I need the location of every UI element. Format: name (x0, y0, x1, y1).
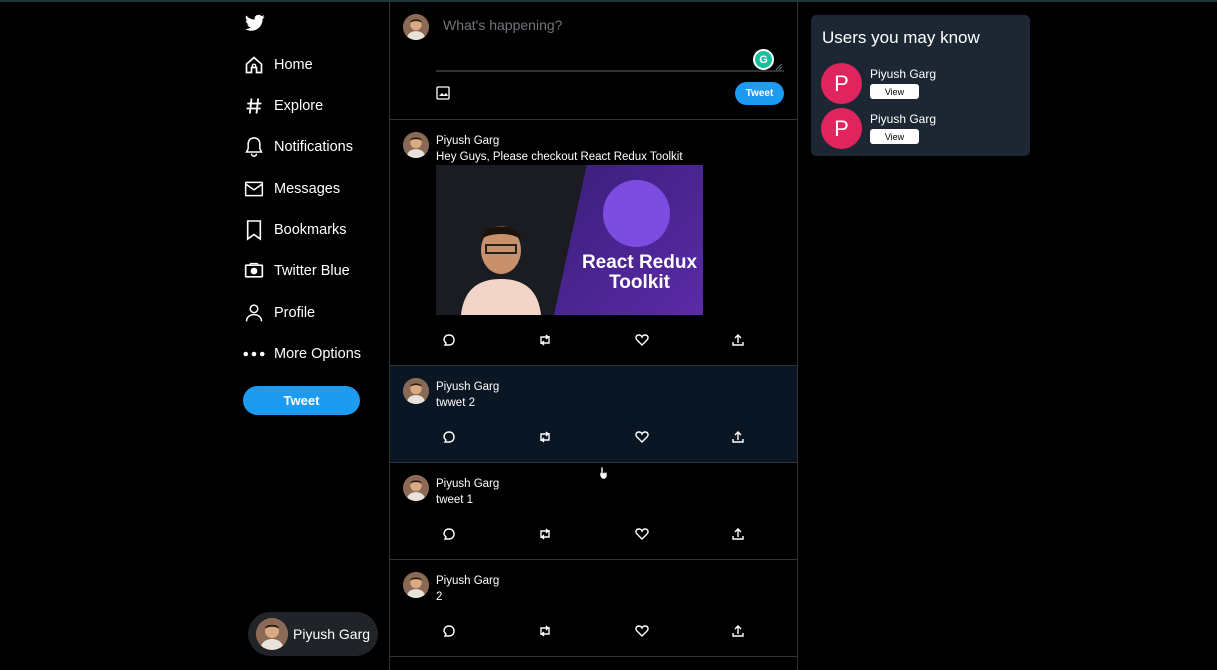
presenter-thumbnail (461, 226, 541, 315)
sidebar-item-label: Explore (274, 98, 324, 114)
sidebar-nav: Home Explore Notifications Messages Book… (243, 0, 383, 670)
tweet-actions (442, 624, 745, 638)
sidebar-item-label: Home (274, 57, 313, 73)
composer-tweet-button[interactable]: Tweet (735, 82, 784, 105)
tweet-card: Piyush Garg Hey Guys, Please checkout Re… (390, 120, 797, 366)
tweet-text: 2 (436, 591, 443, 603)
composer-underline (436, 70, 784, 72)
avatar: P (821, 108, 862, 149)
share-icon[interactable] (731, 527, 745, 541)
sidebar-item-more-options[interactable]: More Options (243, 339, 361, 369)
tweet-author: Piyush Garg (436, 575, 500, 587)
sidebar-item-explore[interactable]: Explore (243, 91, 323, 121)
grammarly-icon[interactable]: G (753, 49, 774, 70)
thumbnail-caption: React Redux Toolkit (581, 252, 698, 293)
sidebar-item-label: Profile (274, 305, 316, 321)
like-icon[interactable] (635, 624, 649, 638)
retweet-icon[interactable] (538, 624, 552, 638)
like-icon[interactable] (635, 430, 649, 444)
suggested-user: P Piyush Garg View (821, 63, 1021, 105)
sidebar-tweet-button[interactable]: Tweet (243, 386, 360, 415)
like-icon[interactable] (635, 333, 649, 347)
avatar (403, 378, 429, 404)
view-user-button[interactable]: View (870, 129, 919, 144)
reply-icon[interactable] (442, 430, 456, 444)
account-switcher[interactable]: Piyush Garg (248, 612, 378, 656)
image-upload-icon[interactable] (436, 86, 450, 100)
retweet-icon[interactable] (538, 430, 552, 444)
composer-input[interactable]: What's happening? (443, 17, 562, 33)
panel-title: Users you may know (822, 28, 980, 47)
bell-icon (243, 136, 265, 158)
tweet-author: Piyush Garg (436, 135, 500, 147)
tweet-media-image[interactable]: React Redux Toolkit (436, 165, 703, 315)
reply-icon[interactable] (442, 527, 456, 541)
reply-icon[interactable] (442, 333, 456, 347)
home-icon (243, 54, 265, 76)
envelope-icon (243, 178, 265, 200)
tweet-actions (442, 527, 745, 541)
tweet-composer: What's happening? G Tweet (390, 0, 797, 120)
tweet-author: Piyush Garg (436, 478, 500, 490)
mouse-cursor-icon (599, 466, 608, 479)
sidebar-item-notifications[interactable]: Notifications (243, 132, 353, 162)
tweet-actions (442, 430, 745, 444)
retweet-icon[interactable] (538, 333, 552, 347)
view-user-button[interactable]: View (870, 84, 919, 99)
suggested-user: P Piyush Garg View (821, 108, 1021, 150)
sidebar-item-messages[interactable]: Messages (243, 174, 340, 204)
avatar: P (821, 63, 862, 104)
more-icon (243, 343, 265, 365)
tweet-text: twwet 2 (436, 397, 475, 409)
share-icon[interactable] (731, 624, 745, 638)
sidebar-item-bookmarks[interactable]: Bookmarks (243, 215, 347, 245)
like-icon[interactable] (635, 527, 649, 541)
redux-logo-icon (603, 180, 670, 247)
sidebar-item-label: Messages (274, 181, 341, 197)
sidebar-item-home[interactable]: Home (243, 50, 313, 80)
hashtag-icon (243, 95, 265, 117)
suggested-user-name: Piyush Garg (870, 67, 937, 81)
bookmark-icon (243, 219, 265, 241)
share-icon[interactable] (731, 333, 745, 347)
sidebar-item-label: More Options (274, 346, 362, 362)
sidebar-item-label: Twitter Blue (274, 263, 350, 279)
tweet-text: tweet 1 (436, 494, 474, 506)
who-to-follow-panel: Users you may know P Piyush Garg View P … (811, 15, 1030, 156)
reply-icon[interactable] (442, 624, 456, 638)
sidebar-item-label: Bookmarks (274, 222, 347, 238)
share-icon[interactable] (731, 430, 745, 444)
avatar (256, 618, 288, 650)
twitter-blue-icon (243, 260, 265, 282)
tweet-author: Piyush Garg (436, 381, 500, 393)
tweet-actions (442, 333, 745, 347)
tweet-card: Piyush Garg tweet 1 (390, 463, 797, 560)
tweet-text: Hey Guys, Please checkout React Redux To… (436, 151, 683, 163)
account-name: Piyush Garg (293, 626, 371, 642)
twitter-logo-icon[interactable] (245, 14, 265, 32)
resize-handle-icon[interactable] (775, 63, 783, 71)
suggested-user-name: Piyush Garg (870, 112, 937, 126)
avatar (403, 475, 429, 501)
sidebar-item-label: Notifications (274, 139, 353, 155)
feed-column: What's happening? G Tweet Piyush Garg He… (389, 0, 798, 670)
avatar (403, 572, 429, 598)
tweet-card: Piyush Garg 2 (390, 560, 797, 657)
retweet-icon[interactable] (538, 527, 552, 541)
user-icon (243, 302, 265, 324)
avatar (403, 132, 429, 158)
avatar (403, 14, 429, 40)
tweet-card: Piyush Garg twwet 2 (390, 366, 797, 463)
sidebar-item-twitter-blue[interactable]: Twitter Blue (243, 256, 350, 286)
sidebar-item-profile[interactable]: Profile (243, 298, 315, 328)
